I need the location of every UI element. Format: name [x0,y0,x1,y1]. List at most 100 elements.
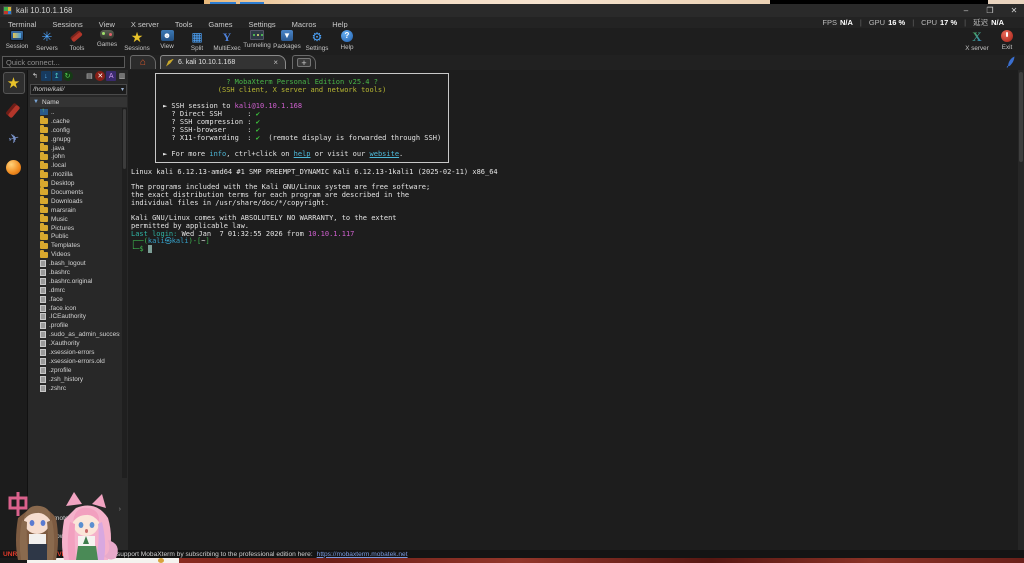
folder-icon [40,160,48,169]
sidebar-tab-tools[interactable] [3,100,25,122]
terminal-line: ┌──(kali㉿kali)-[~] [131,237,210,246]
settings-button[interactable]: ⚙ Settings [302,28,332,55]
file-row[interactable]: .profile [30,321,120,330]
follow-terminal-folder-button[interactable]: Follow terminal folder [32,532,110,540]
file-row[interactable]: .xsession-errors.old [30,357,120,366]
file-row[interactable]: Videos [30,249,120,259]
toolbar-label: Session [5,43,29,50]
multiexec-y-icon: Y [222,29,232,44]
sessions-button[interactable]: ★ Sessions [122,28,152,55]
file-row[interactable]: .bashrc [30,268,120,277]
file-row[interactable]: .Xauthority [30,339,120,348]
multiexec-button[interactable]: Y MultiExec [212,28,242,55]
home-tab[interactable]: ⌂ [130,55,156,69]
sidebar-vertical-tabs: ★ ✈ [0,70,27,550]
x-server-icon: X [970,30,985,43]
orange-ball-icon [6,159,21,175]
file-row[interactable]: .john [30,151,120,161]
terminal-scrollbar[interactable] [1018,70,1024,550]
maximize-button[interactable]: ❐ [984,6,996,15]
tools-button[interactable]: Tools [62,28,92,55]
file-name: .Xauthority [49,340,80,348]
file-row[interactable]: Pictures [30,223,120,233]
sort-arrow-icon: ▼ [33,99,39,105]
file-row[interactable]: .ICEauthority [30,312,120,321]
file-row[interactable]: .sudo_as_admin_successful [30,330,120,339]
file-row[interactable]: .java [30,143,120,153]
feather-scratchpad-icon[interactable] [1006,56,1016,68]
servers-button[interactable]: ✳ Servers [32,28,62,55]
x-server-button[interactable]: X X server [962,28,992,55]
parent-dir-icon[interactable]: ↰ [30,71,40,81]
tunneling-screen-icon [250,30,264,40]
file-row[interactable]: .bashrc.original [30,277,120,286]
file-row[interactable]: .zsh_history [30,375,120,384]
file-row[interactable]: .bash_logout [30,259,120,268]
refresh-icon[interactable]: ↻ [62,71,73,81]
terminal-line: individual files in /usr/share/doc/*/cop… [131,198,330,207]
file-row[interactable]: .mozilla [30,169,120,179]
file-row[interactable]: .dmrc [30,286,120,295]
column-header-name[interactable]: ▼ Name [30,97,127,107]
file-row[interactable]: .face.icon [30,304,120,313]
file-row[interactable]: .zshrc [30,384,120,393]
file-name: Public [51,233,69,241]
file-row[interactable]: Public [30,231,120,241]
toolbar-label: Tunneling [243,42,271,49]
new-folder-icon[interactable] [74,71,84,81]
view-button[interactable]: ☻ View [152,28,182,55]
help-button[interactable]: ? Help [332,28,362,55]
stat-3: 延迟 N/A [973,18,1004,27]
sftp-browser-panel: ↰↓↥↻ ▤✕A▥ /home/kali/ ▾ ▼ Name ...cache.c… [27,70,128,550]
exit-button[interactable]: Exit [992,28,1022,55]
file-row[interactable]: .zprofile [30,366,120,375]
file-name: Documents [51,188,84,196]
session-tab-active[interactable]: 6. kali 10.10.1.168 × [160,55,286,69]
quick-connect-input[interactable] [2,56,125,68]
file-row[interactable]: .local [30,160,120,170]
session-button[interactable]: Session [2,28,32,55]
file-name: .java [51,144,65,152]
rename-icon[interactable]: A [106,71,117,81]
file-row[interactable]: .face [30,295,120,304]
power-exit-icon [1001,30,1013,42]
mobatek-link[interactable]: https://mobaxterm.mobatek.net [317,551,408,558]
stat-1: GPU 16 % [868,18,906,27]
sidebar-tab-sessions[interactable]: ★ [2,72,25,94]
tunneling-button[interactable]: Tunneling [242,28,272,55]
file-name: Videos [51,251,71,259]
games-button[interactable]: Games [92,28,122,55]
file-name: .bashrc.original [49,277,93,285]
collapse-chevron-icon[interactable]: › [119,506,121,513]
terminal-pane[interactable]: ? MobaXterm Personal Edition v25.4 ? (SSH… [128,70,1024,550]
upload-icon[interactable]: ↥ [51,71,62,81]
file-icon [40,295,46,303]
file-row[interactable]: Templates [30,240,120,250]
new-tab-button[interactable]: + [292,55,316,69]
terminal-line: ► SSH session to kali@10.10.1.168 [163,102,303,110]
folder-icon [40,196,48,205]
download-icon[interactable]: ↓ [40,71,51,81]
split-button[interactable]: ▦ Split [182,28,212,55]
file-row[interactable]: .xsession-errors [30,348,120,357]
remote-monitoring-button[interactable]: Remote monitoring [32,514,102,522]
sidebar-tab-macros[interactable]: ✈ [0,126,27,153]
delete-icon[interactable]: ✕ [95,71,106,81]
close-button[interactable]: ✕ [1008,6,1020,15]
toolbar-label: X server [965,45,989,52]
sidebar-scrollbar[interactable] [122,108,127,478]
follow-sync-icon[interactable]: ▥ [117,71,127,81]
path-selector[interactable]: /home/kali/ ▾ [30,84,127,95]
folder-icon [40,178,48,187]
stat-2: CPU 17 % [921,18,958,27]
minimize-button[interactable]: – [960,6,972,15]
packages-button[interactable]: ▼ Packages [272,28,302,55]
sidebar-tab-sftp[interactable] [3,156,25,178]
file-icon [40,375,46,383]
file-name: .ICEauthority [49,313,86,321]
edit-file-icon[interactable]: ▤ [84,71,94,81]
terminal-output: Linux kali 6.12.13-amd64 #1 SMP PREEMPT_… [131,168,498,254]
file-name: .zsh_history [49,375,84,383]
tab-close-icon[interactable]: × [271,58,280,67]
home-icon: ⌂ [139,57,147,68]
